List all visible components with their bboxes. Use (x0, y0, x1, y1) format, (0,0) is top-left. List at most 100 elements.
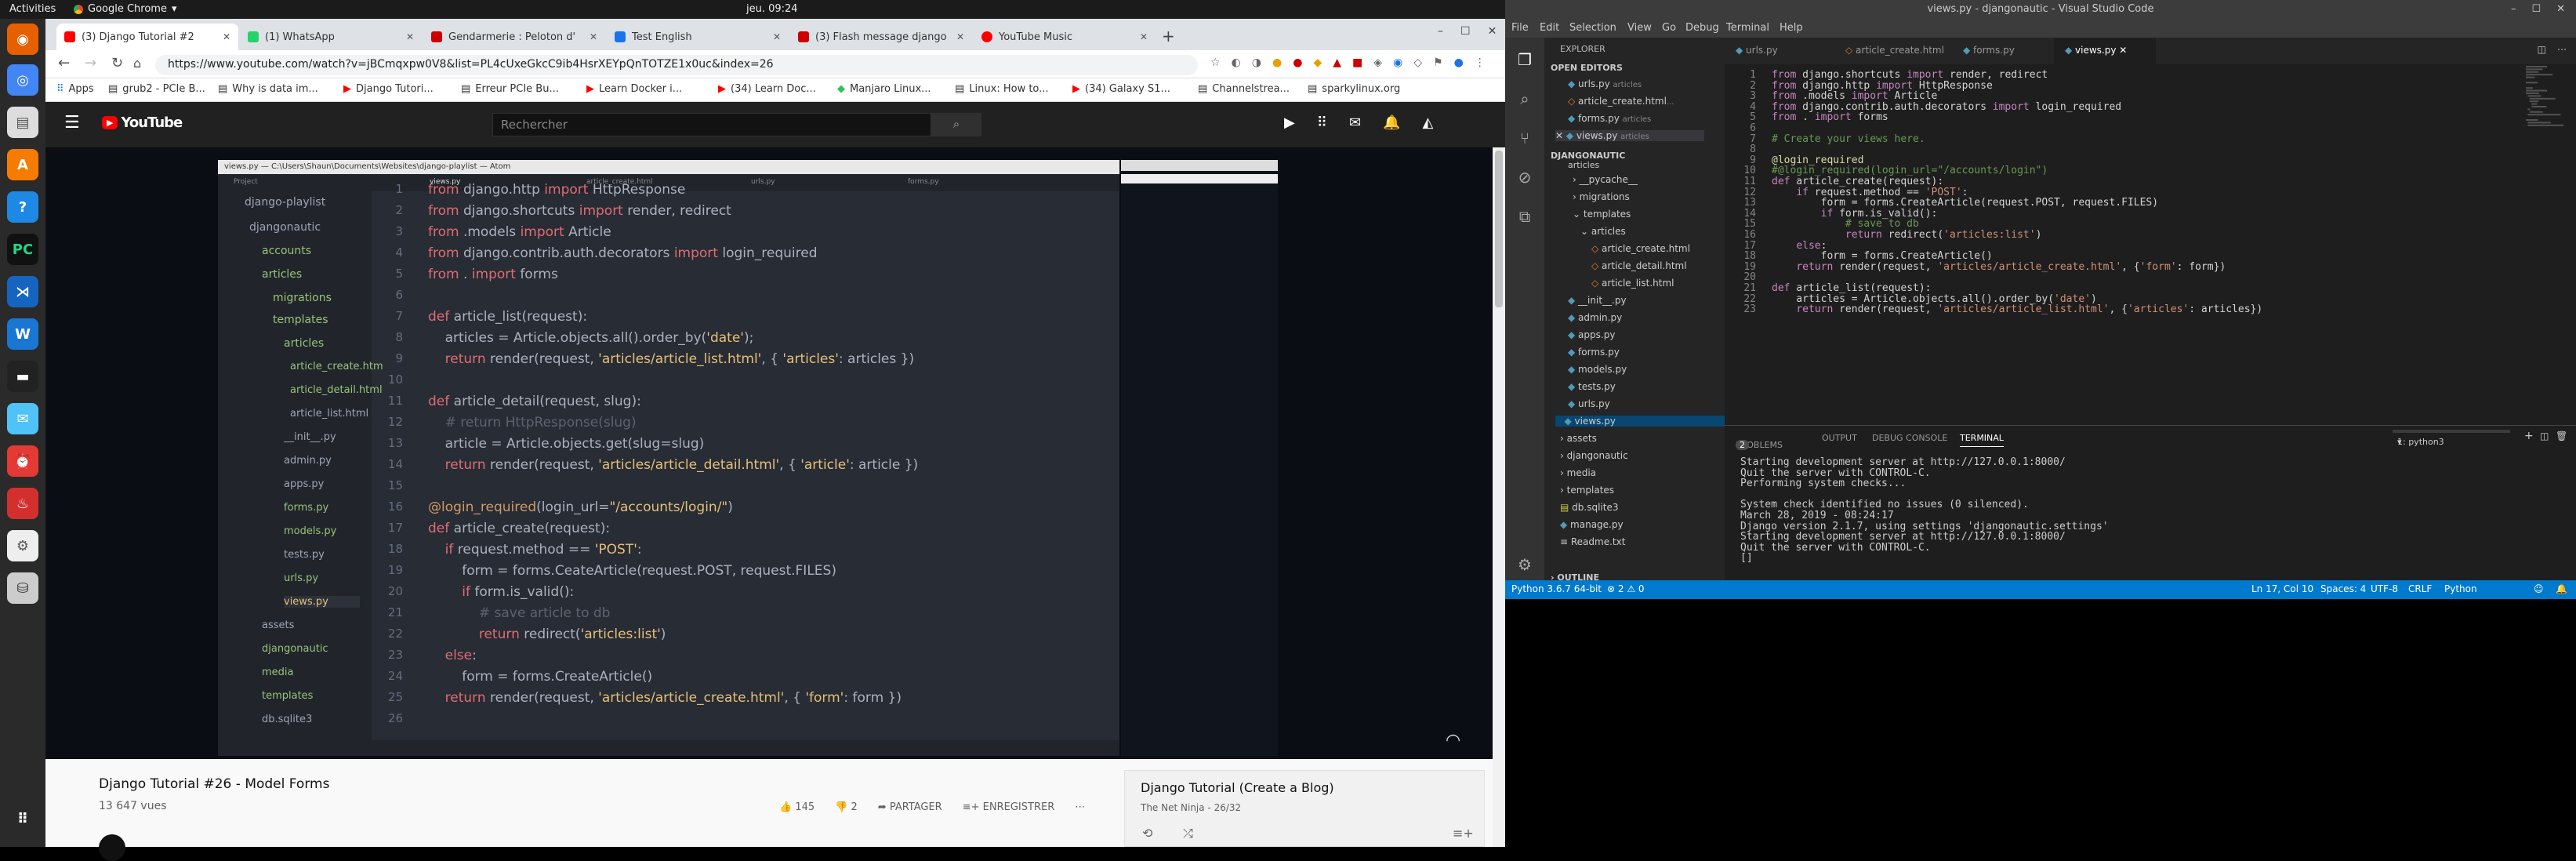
loop-icon[interactable]: ⟲ (1142, 826, 1152, 841)
tree-item[interactable]: ◆ apps.py (1568, 329, 1615, 340)
hamburger-icon[interactable]: ☰ (64, 113, 80, 133)
close-icon[interactable]: ✕ (223, 31, 230, 42)
tree-item[interactable]: models.py (284, 525, 336, 537)
page-scrollbar[interactable] (1493, 147, 1505, 847)
editor-tab[interactable]: ◆ forms.py (1952, 38, 2054, 64)
channel-avatar[interactable] (99, 834, 125, 861)
tree-item[interactable]: assets (262, 619, 294, 631)
extension-icon[interactable]: ■ (1352, 56, 1362, 69)
minimize-icon[interactable]: – (1438, 25, 1443, 38)
split-terminal-icon[interactable]: ◫ (2540, 430, 2549, 441)
mail-icon[interactable]: ✉ (7, 403, 38, 434)
tree-item[interactable]: › migrations (1573, 191, 1630, 202)
source-control-icon[interactable]: ⑂ (1515, 129, 1534, 147)
tree-item[interactable]: migrations (273, 292, 332, 304)
menu-terminal[interactable]: Terminal (1726, 22, 1769, 34)
tree-item[interactable]: › __pycache__ (1573, 174, 1638, 185)
chrome-dock-icon[interactable]: ◎ (7, 64, 38, 96)
close-icon[interactable]: ✕ (406, 31, 414, 42)
extension-icon[interactable]: ● (1293, 56, 1302, 69)
tree-item[interactable]: ⌄ templates (1573, 209, 1631, 220)
menu-edit[interactable]: Edit (1540, 22, 1559, 34)
like-button[interactable]: 👍 145 (779, 801, 815, 813)
close-window-icon[interactable]: ✕ (1488, 25, 1497, 38)
bookmark-item[interactable]: ▤ sparkylinux.org (1308, 83, 1400, 95)
tree-item[interactable]: ◆ admin.py (1568, 312, 1622, 323)
video-player[interactable]: views.py — C:\Users\Shaun\Documents\Webs… (45, 147, 1505, 759)
problems-status[interactable]: ⊗ 2 ⚠ 0 (1607, 583, 1645, 594)
dislike-button[interactable]: 👎 2 (835, 801, 858, 813)
playlist-add-icon[interactable]: ≡+ (1453, 826, 1474, 841)
bookmark-item[interactable]: ▤ Linux: How to... (955, 83, 1049, 95)
settings-gear-icon[interactable]: ⚙ (1515, 555, 1534, 574)
tree-item[interactable]: __init__.py (284, 431, 336, 443)
search-input[interactable]: Rechercher (492, 113, 931, 136)
split-editor-icon[interactable]: ◫ (2538, 44, 2546, 55)
tree-item[interactable]: ◇ article_create.html (1591, 243, 1690, 254)
activities-button[interactable]: Activities (9, 3, 56, 15)
menu-view[interactable]: View (1627, 22, 1652, 34)
tree-item[interactable]: ≡ Readme.txt (1560, 536, 1625, 547)
new-tab-button[interactable]: + (1162, 27, 1175, 45)
tree-item[interactable]: media (262, 667, 294, 678)
notifications-icon[interactable]: 🔔 (1383, 114, 1400, 131)
extension-icon[interactable]: ◐ (1232, 56, 1241, 69)
bookmark-item[interactable]: ⠿ Apps (56, 83, 94, 95)
tree-item[interactable]: article_create.htm (290, 361, 383, 372)
share-button[interactable]: ➦ PARTAGER (878, 801, 942, 813)
tree-item[interactable]: views.py (284, 596, 360, 608)
browser-tab[interactable]: Gendarmerie : Peloton d' ✕ (423, 24, 605, 50)
close-icon[interactable]: ✕ (1140, 31, 1148, 42)
clock[interactable]: jeu. 09:24 (746, 3, 798, 15)
open-editor-item[interactable]: ◆ urls.py articles (1568, 78, 1642, 89)
search-button[interactable]: ⌕ (931, 113, 981, 136)
open-editor-item[interactable]: ✕ ◆ views.py articles (1555, 130, 1704, 141)
minimize-icon[interactable]: – (2511, 3, 2516, 15)
menu-go[interactable]: Go (1662, 22, 1676, 34)
extension-icon[interactable]: ▲ (1333, 56, 1341, 69)
panel-tab-terminal[interactable]: TERMINAL (1960, 433, 2004, 447)
extensions-icon[interactable]: ⧉ (1515, 207, 1534, 226)
tree-item[interactable]: djangonautic (249, 221, 321, 234)
more-actions-icon[interactable]: ⋯ (2557, 44, 2567, 55)
add-terminal-icon[interactable]: + (2524, 430, 2534, 442)
search-icon[interactable]: ⌕ (1515, 89, 1534, 108)
tree-item[interactable]: apps.py (284, 478, 324, 490)
popcorn-icon[interactable]: ♨ (7, 488, 38, 519)
editor-tab[interactable]: ◇ article_create.html (1834, 38, 1952, 64)
bookmark-item[interactable]: ▤ grub2 - PCIe B... (108, 83, 205, 95)
extension-icon[interactable]: ⚑ (1433, 56, 1443, 69)
bookmark-item[interactable]: ▶ (34) Learn Doc... (718, 83, 816, 95)
panel-tab-debug-console[interactable]: DEBUG CONSOLE (1872, 433, 1947, 443)
tree-item[interactable]: article_detail.html (290, 384, 383, 396)
tree-item[interactable]: ◆ models.py (1568, 364, 1627, 375)
cursor-position[interactable]: Ln 17, Col 10 (2251, 583, 2313, 594)
star-icon[interactable]: ☆ (1210, 56, 1221, 69)
notifications-bell-icon[interactable]: 🔔 (2556, 583, 2567, 594)
menu-selection[interactable]: Selection (1569, 22, 1616, 34)
tree-item[interactable]: ◇ article_list.html (1591, 278, 1674, 289)
reload-icon[interactable]: ↻ (111, 55, 123, 71)
close-window-icon[interactable]: ✕ (2556, 3, 2565, 15)
tree-item[interactable]: django-playlist (245, 196, 325, 209)
extension-icon[interactable]: ◑ (1252, 56, 1261, 69)
extension-icon[interactable]: ◆ (1313, 56, 1322, 69)
explorer-icon[interactable]: ❐ (1515, 50, 1534, 69)
maximize-icon[interactable]: ☐ (2531, 3, 2541, 15)
bookmark-item[interactable]: ▶ Django Tutori... (343, 83, 434, 95)
trash-icon[interactable]: 🗑 (2556, 430, 2567, 441)
language-mode[interactable]: Python (2444, 583, 2477, 594)
feedback-icon[interactable]: ☺ (2534, 583, 2544, 594)
youtube-logo[interactable]: ▶ YouTube (102, 114, 183, 131)
window-icon[interactable]: W (7, 318, 38, 350)
browser-tab[interactable]: YouTube Music ✕ (974, 24, 1156, 50)
menu-icon[interactable]: ⋮ (1475, 56, 1486, 69)
tree-item[interactable]: ◆ forms.py (1568, 347, 1620, 358)
back-icon[interactable]: ← (58, 55, 70, 71)
encoding[interactable]: UTF-8 (2371, 583, 2398, 594)
messages-icon[interactable]: ✉ (1349, 114, 1361, 131)
tree-item-selected[interactable]: ◆ views.py (1555, 416, 1733, 427)
extension-icon[interactable]: ● (1272, 56, 1282, 69)
tree-item[interactable]: › djangonautic (1560, 450, 1628, 461)
alarm-icon[interactable]: ⏰ (7, 445, 38, 477)
